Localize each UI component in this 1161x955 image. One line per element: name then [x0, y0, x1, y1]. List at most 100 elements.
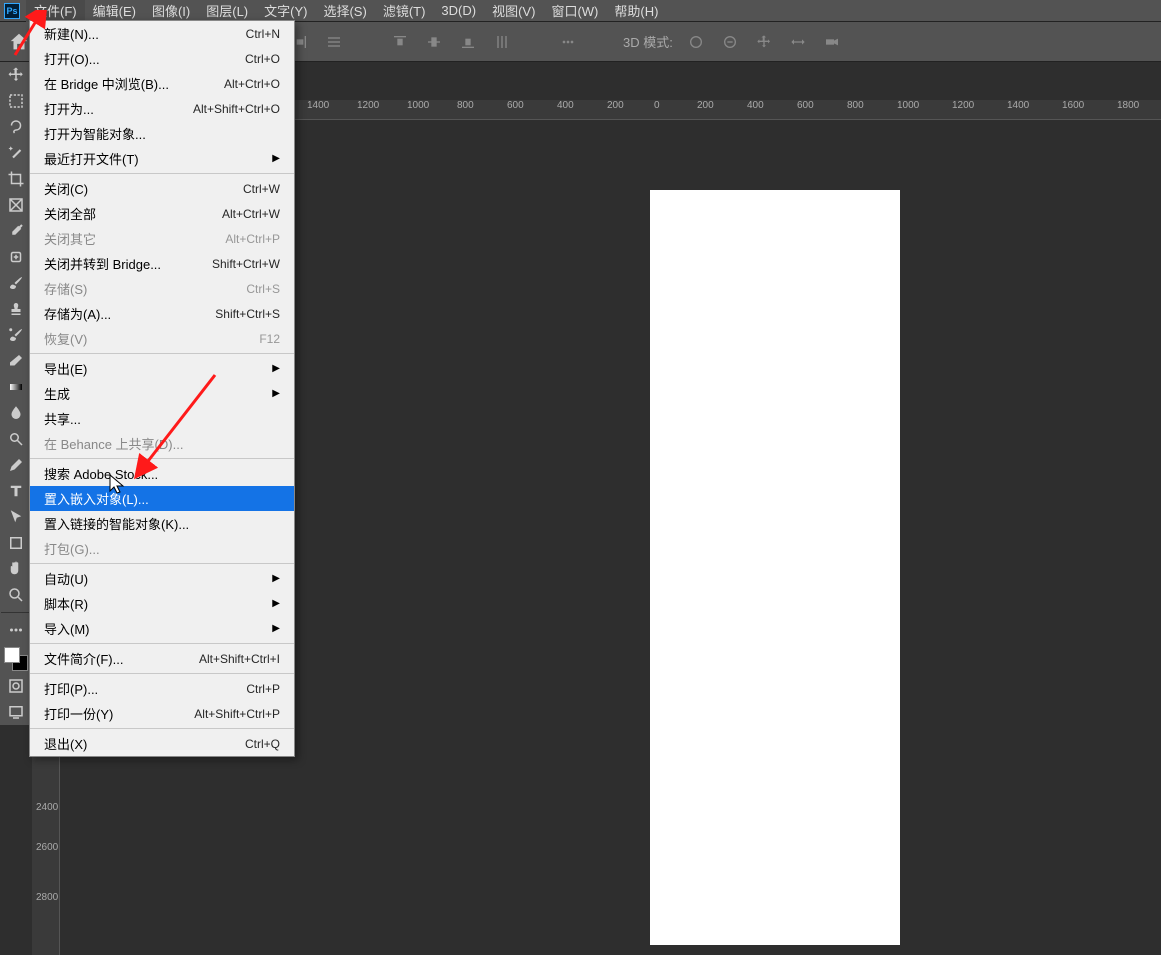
menu-item-label: 退出(X) [44, 734, 87, 753]
menu-item[interactable]: 打开(O)...Ctrl+O [30, 46, 294, 71]
menu-item-label: 共享... [44, 409, 81, 428]
menu-item[interactable]: 脚本(R)▶ [30, 591, 294, 616]
ruler-tick: 1200 [357, 100, 379, 111]
menu-item[interactable]: 关闭并转到 Bridge...Shift+Ctrl+W [30, 251, 294, 276]
menu-item[interactable]: 打印一份(Y)Alt+Shift+Ctrl+P [30, 701, 294, 726]
menu-item-label: 存储为(A)... [44, 304, 111, 323]
menu-item[interactable]: 打开为...Alt+Shift+Ctrl+O [30, 96, 294, 121]
menu-item-label: 打印一份(Y) [44, 704, 113, 723]
menu-item[interactable]: 置入嵌入对象(L)... [30, 486, 294, 511]
eyedropper-icon[interactable] [1, 219, 31, 243]
menu-item[interactable]: 自动(U)▶ [30, 566, 294, 591]
ruler-tick: 200 [607, 100, 624, 111]
path-select-icon[interactable] [1, 505, 31, 529]
menu-item[interactable]: 关闭(C)Ctrl+W [30, 176, 294, 201]
marquee-icon[interactable] [1, 89, 31, 113]
ruler-tick: 800 [457, 100, 474, 111]
foreground-color[interactable] [4, 647, 20, 663]
align-top-icon[interactable] [389, 31, 411, 53]
menu-item[interactable]: 新建(N)...Ctrl+N [30, 21, 294, 46]
quick-mask-icon[interactable] [1, 674, 31, 698]
pen-icon[interactable] [1, 453, 31, 477]
menu-help[interactable]: 帮助(H) [606, 0, 666, 22]
app-icon: Ps [4, 3, 20, 19]
distribute-v-icon[interactable] [491, 31, 513, 53]
menu-item-label: 恢复(V) [44, 329, 87, 348]
menu-item[interactable]: 在 Bridge 中浏览(B)...Alt+Ctrl+O [30, 71, 294, 96]
lasso-icon[interactable] [1, 115, 31, 139]
3d-pan-icon[interactable] [753, 31, 775, 53]
3d-camera-icon[interactable] [821, 31, 843, 53]
magic-wand-icon[interactable] [1, 141, 31, 165]
home-icon[interactable] [8, 31, 30, 53]
history-brush-icon[interactable] [1, 323, 31, 347]
menubar: Ps 文件(F) 编辑(E) 图像(I) 图层(L) 文字(Y) 选择(S) 滤… [0, 0, 1161, 22]
gradient-icon[interactable] [1, 375, 31, 399]
menu-item[interactable]: 文件简介(F)...Alt+Shift+Ctrl+I [30, 646, 294, 671]
menu-shortcut: Alt+Ctrl+W [222, 207, 280, 221]
move-icon[interactable] [1, 63, 31, 87]
menu-item: 存储(S)Ctrl+S [30, 276, 294, 301]
menu-shortcut: F12 [259, 332, 280, 346]
canvas-document[interactable] [650, 190, 900, 945]
menu-item[interactable]: 生成▶ [30, 381, 294, 406]
menu-filter[interactable]: 滤镜(T) [375, 0, 434, 22]
menu-item[interactable]: 打开为智能对象... [30, 121, 294, 146]
menu-image[interactable]: 图像(I) [144, 0, 198, 22]
ruler-tick: 2600 [36, 842, 58, 853]
menu-window[interactable]: 窗口(W) [543, 0, 606, 22]
menu-separator [30, 563, 294, 564]
menu-item-label: 脚本(R) [44, 594, 88, 613]
stamp-icon[interactable] [1, 297, 31, 321]
more-icon[interactable] [1, 618, 31, 642]
ruler-tick: 600 [797, 100, 814, 111]
align-bottom-icon[interactable] [457, 31, 479, 53]
distribute-icon[interactable] [323, 31, 345, 53]
menu-item-label: 存储(S) [44, 279, 87, 298]
dodge-icon[interactable] [1, 427, 31, 451]
menu-type[interactable]: 文字(Y) [256, 0, 315, 22]
brush-icon[interactable] [1, 271, 31, 295]
eraser-icon[interactable] [1, 349, 31, 373]
menu-separator [30, 728, 294, 729]
menu-item[interactable]: 打印(P)...Ctrl+P [30, 676, 294, 701]
menu-item-label: 打开为... [44, 99, 94, 118]
3d-slide-icon[interactable] [787, 31, 809, 53]
menu-item-label: 置入链接的智能对象(K)... [44, 514, 189, 533]
menu-item[interactable]: 共享... [30, 406, 294, 431]
menu-item[interactable]: 导入(M)▶ [30, 616, 294, 641]
menu-edit[interactable]: 编辑(E) [85, 0, 144, 22]
color-swatches[interactable] [2, 645, 30, 673]
blur-icon[interactable] [1, 401, 31, 425]
shape-icon[interactable] [1, 531, 31, 555]
menu-item[interactable]: 最近打开文件(T)▶ [30, 146, 294, 171]
3d-orbit-icon[interactable] [685, 31, 707, 53]
menu-file[interactable]: 文件(F) [26, 0, 85, 22]
align-middle-icon[interactable] [423, 31, 445, 53]
menu-layer[interactable]: 图层(L) [198, 0, 256, 22]
3d-roll-icon[interactable] [719, 31, 741, 53]
screen-mode-icon[interactable] [1, 700, 31, 724]
ruler-tick: 400 [557, 100, 574, 111]
zoom-icon[interactable] [1, 583, 31, 607]
menu-item-label: 打包(G)... [44, 539, 100, 558]
submenu-arrow-icon: ▶ [272, 153, 280, 164]
healing-icon[interactable] [1, 245, 31, 269]
menu-item[interactable]: 搜索 Adobe Stock... [30, 461, 294, 486]
crop-icon[interactable] [1, 167, 31, 191]
menu-shortcut: Shift+Ctrl+S [215, 307, 280, 321]
menu-select[interactable]: 选择(S) [315, 0, 374, 22]
menu-view[interactable]: 视图(V) [484, 0, 543, 22]
menu-item[interactable]: 退出(X)Ctrl+Q [30, 731, 294, 756]
ruler-tick: 1400 [307, 100, 329, 111]
menu-item[interactable]: 导出(E)▶ [30, 356, 294, 381]
menu-shortcut: Shift+Ctrl+W [212, 257, 280, 271]
more-align-icon[interactable] [557, 31, 579, 53]
hand-icon[interactable] [1, 557, 31, 581]
menu-item[interactable]: 置入链接的智能对象(K)... [30, 511, 294, 536]
menu-3d[interactable]: 3D(D) [433, 1, 484, 20]
type-icon[interactable] [1, 479, 31, 503]
frame-icon[interactable] [1, 193, 31, 217]
menu-item[interactable]: 存储为(A)... Shift+Ctrl+S [30, 301, 294, 326]
menu-item[interactable]: 关闭全部Alt+Ctrl+W [30, 201, 294, 226]
